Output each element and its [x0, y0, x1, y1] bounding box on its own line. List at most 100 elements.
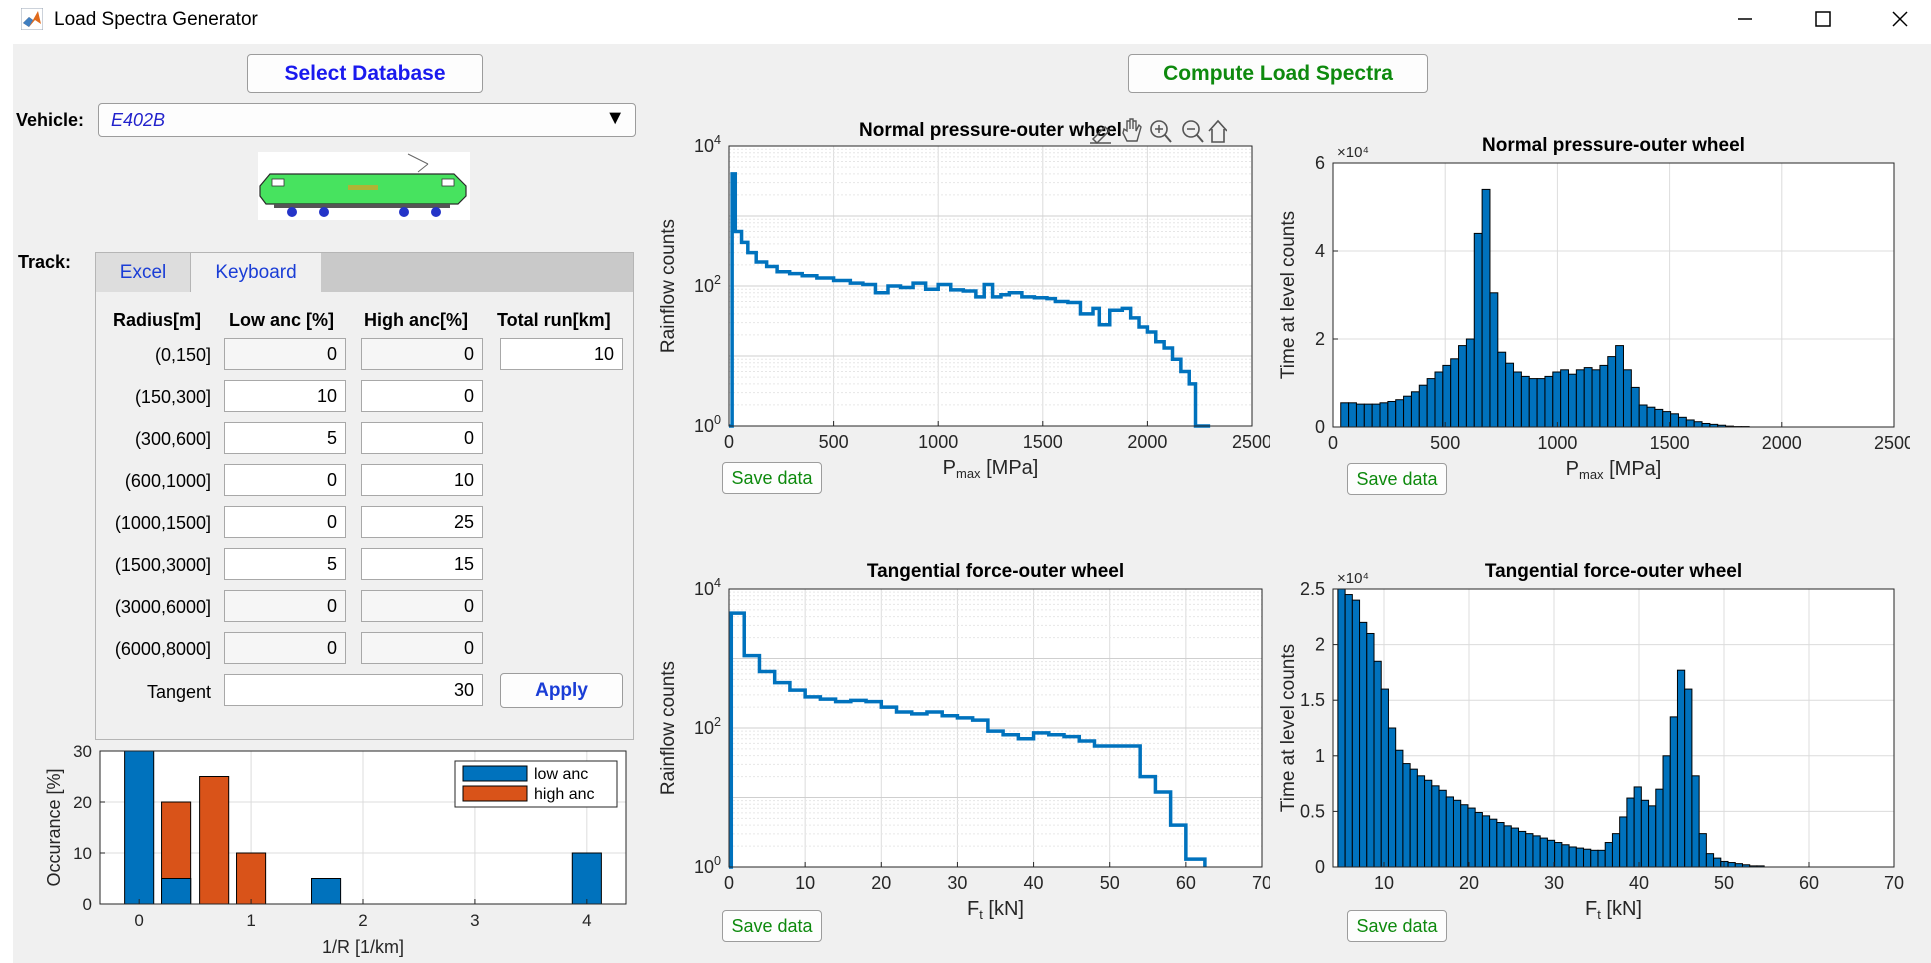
x-tick-label: 2 — [358, 911, 367, 930]
histogram-bar — [1633, 786, 1642, 868]
dropdown-arrow-icon: ▼ — [605, 107, 625, 129]
histogram-bar — [1418, 384, 1428, 428]
histogram-bar — [1379, 402, 1389, 428]
y-exponent-label: ×10⁴ — [1337, 144, 1369, 161]
x-tick-label: 0 — [724, 873, 734, 893]
minimize-button[interactable] — [1715, 0, 1775, 38]
histogram-bar — [1638, 404, 1648, 428]
low-anc-bar — [571, 852, 602, 905]
histogram-bar — [1575, 847, 1585, 868]
y-tick-label: 0.5 — [1300, 801, 1325, 821]
histogram-bar — [1532, 835, 1541, 868]
histogram-bar — [1474, 812, 1483, 868]
x-tick-label: 70 — [1252, 873, 1270, 893]
histogram-bar — [1554, 842, 1563, 868]
y-exponent-label: ×10⁴ — [1337, 570, 1369, 587]
brush-icon[interactable] — [1090, 125, 1111, 145]
save-data-button[interactable]: Save data — [1347, 910, 1447, 942]
low-anc-field[interactable]: 0 — [224, 506, 346, 538]
occurance-chart: 0 1 2 3 4 0 10 20 30 low anc high anc 1/R [1/km] Occ… — [44, 742, 627, 957]
compute-load-spectra-button[interactable]: Compute Load Spectra — [1128, 54, 1428, 93]
legend-swatch — [462, 785, 528, 802]
maximize-button[interactable] — [1793, 0, 1853, 38]
tab-excel[interactable]: Excel — [96, 253, 191, 292]
row-label-radius: (150,300] — [134, 387, 211, 407]
histogram-bar — [1387, 400, 1397, 428]
high-anc-field[interactable]: 15 — [361, 548, 483, 580]
low-anc-bar — [311, 878, 342, 905]
x-axis-label: Pmax [MPa] — [943, 457, 1039, 481]
histogram-bar — [1403, 395, 1412, 428]
y-tick-label: 2.5 — [1300, 579, 1325, 599]
histogram-bar — [1458, 345, 1467, 428]
low-anc-field[interactable]: 0 — [224, 464, 346, 496]
histogram-bar — [1685, 419, 1695, 428]
histogram-bar — [1662, 755, 1671, 868]
high-anc-field[interactable]: 0 — [361, 380, 483, 412]
histogram-bar — [1489, 292, 1499, 428]
y-tick-label: 2 — [1315, 635, 1325, 655]
locomotive-image — [258, 152, 470, 220]
histogram-bar — [1698, 833, 1707, 868]
column-header-low-anc: Low anc [%] — [229, 310, 335, 330]
close-button[interactable] — [1870, 0, 1930, 38]
y-tick-label: 1.5 — [1300, 690, 1325, 710]
x-tick-label: 500 — [819, 432, 849, 452]
y-tick-label: 0 — [83, 895, 92, 914]
column-header-high-anc: High anc[%] — [364, 310, 469, 330]
histogram-bar — [1513, 371, 1522, 428]
histogram-bar — [1489, 818, 1498, 868]
x-tick-label: 1500 — [1023, 432, 1063, 452]
histogram-bar — [1344, 594, 1353, 868]
low-anc-field[interactable]: 10 — [224, 380, 346, 412]
total-run-field[interactable]: 10 — [500, 338, 623, 370]
tangent-label: Tangent — [146, 682, 211, 702]
pan-icon[interactable] — [1122, 118, 1142, 142]
high-anc-field[interactable]: 0 — [361, 422, 483, 454]
histogram-bar — [1552, 371, 1562, 428]
zoom-out-icon[interactable] — [1182, 120, 1204, 143]
save-data-button[interactable]: Save data — [722, 462, 822, 494]
histogram-bar — [1597, 849, 1606, 868]
y-tick-label: 104 — [694, 576, 721, 599]
histogram-bar — [1366, 632, 1375, 868]
histogram-bar — [1481, 188, 1491, 428]
low-anc-field: 0 — [224, 338, 346, 370]
save-data-button[interactable]: Save data — [722, 910, 822, 942]
high-anc-field[interactable]: 10 — [361, 464, 483, 496]
low-anc-bar — [124, 750, 155, 905]
high-anc-field[interactable]: 25 — [361, 506, 483, 538]
save-data-button[interactable]: Save data — [1347, 463, 1447, 495]
histogram-bar — [1410, 391, 1420, 428]
low-anc-field[interactable]: 5 — [224, 422, 346, 454]
histogram-bar — [1701, 422, 1711, 428]
vehicle-dropdown[interactable]: E402B ▼ — [98, 103, 636, 137]
histogram-bar — [1518, 830, 1527, 868]
row-label-radius: (6000,8000] — [114, 639, 211, 659]
apply-button[interactable]: Apply — [500, 673, 623, 708]
histogram-bar — [1648, 805, 1657, 868]
histogram-bar — [1481, 815, 1491, 868]
row-label-radius: (300,600] — [134, 429, 211, 449]
histogram-bar — [1460, 804, 1469, 868]
histogram-bar — [1438, 789, 1447, 868]
histogram-bar — [1434, 371, 1444, 428]
x-tick-label: 20 — [1459, 873, 1479, 893]
y-axis-label: Time at level counts — [1278, 644, 1299, 812]
tangent-field[interactable]: 30 — [224, 674, 483, 706]
zoom-in-icon[interactable] — [1150, 120, 1172, 143]
chart-title: Normal pressure-outer wheel — [1482, 135, 1745, 156]
histogram-bar — [1450, 358, 1460, 428]
low-anc-field[interactable]: 5 — [224, 548, 346, 580]
histogram-bar — [1395, 399, 1405, 428]
x-tick-label: 2500 — [1874, 433, 1910, 453]
tab-keyboard[interactable]: Keyboard — [191, 253, 321, 292]
y-tick-label: 100 — [694, 413, 721, 436]
select-database-button[interactable]: Select Database — [247, 54, 483, 93]
y-tick-label: 102 — [694, 715, 721, 738]
histogram-bar — [1348, 402, 1357, 428]
histogram-bar — [1583, 367, 1593, 428]
home-icon[interactable] — [1208, 119, 1227, 143]
y-axis-label: Rainflow counts — [658, 661, 679, 795]
histogram-bar — [1387, 727, 1397, 868]
